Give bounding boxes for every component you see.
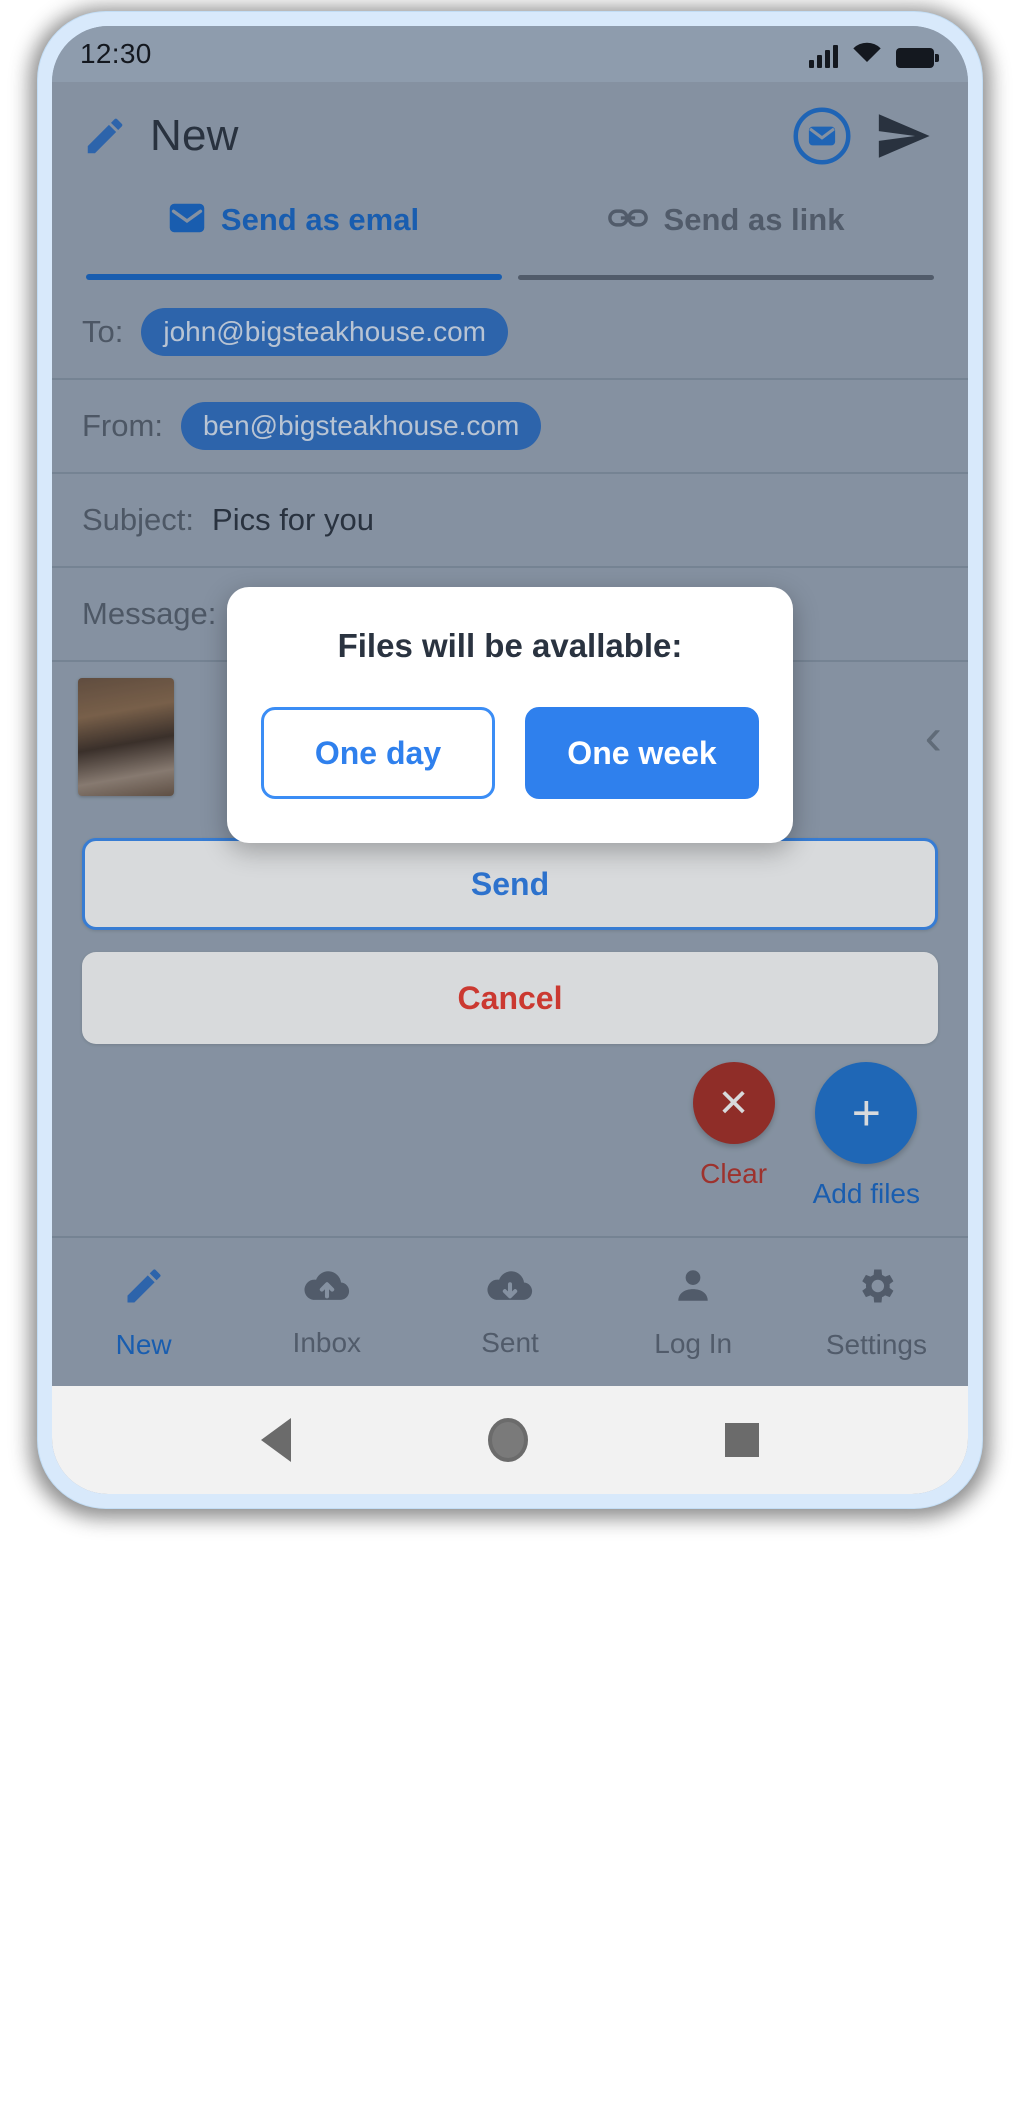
app-content: New Send as emal Send as link To: john@b… [52, 82, 968, 1386]
screenshot-stage: 12:30 New Send as emal Send as link To: … [0, 0, 1020, 2124]
android-back-icon[interactable] [260, 1418, 291, 1462]
wifi-icon [852, 41, 882, 68]
android-recents-icon[interactable] [725, 1423, 760, 1457]
status-bar-icons [809, 41, 939, 68]
android-system-nav [52, 1386, 968, 1494]
cellular-signal-icon [809, 44, 838, 68]
dialog-option-one-week[interactable]: One week [525, 707, 759, 799]
status-bar: 12:30 [52, 26, 968, 82]
phone-screen: 12:30 New Send as emal Send as link To: … [52, 26, 968, 1494]
dialog-options: One day One week [261, 707, 759, 799]
android-home-icon[interactable] [487, 1418, 528, 1462]
battery-full-icon [896, 47, 939, 68]
dialog-title: Files will be avallable: [337, 627, 683, 664]
phone-frame: 12:30 New Send as emal Send as link To: … [38, 12, 982, 1508]
status-bar-clock: 12:30 [80, 38, 152, 69]
dialog-option-one-day[interactable]: One day [261, 707, 495, 799]
availability-dialog: Files will be avallable: One day One wee… [227, 587, 793, 843]
